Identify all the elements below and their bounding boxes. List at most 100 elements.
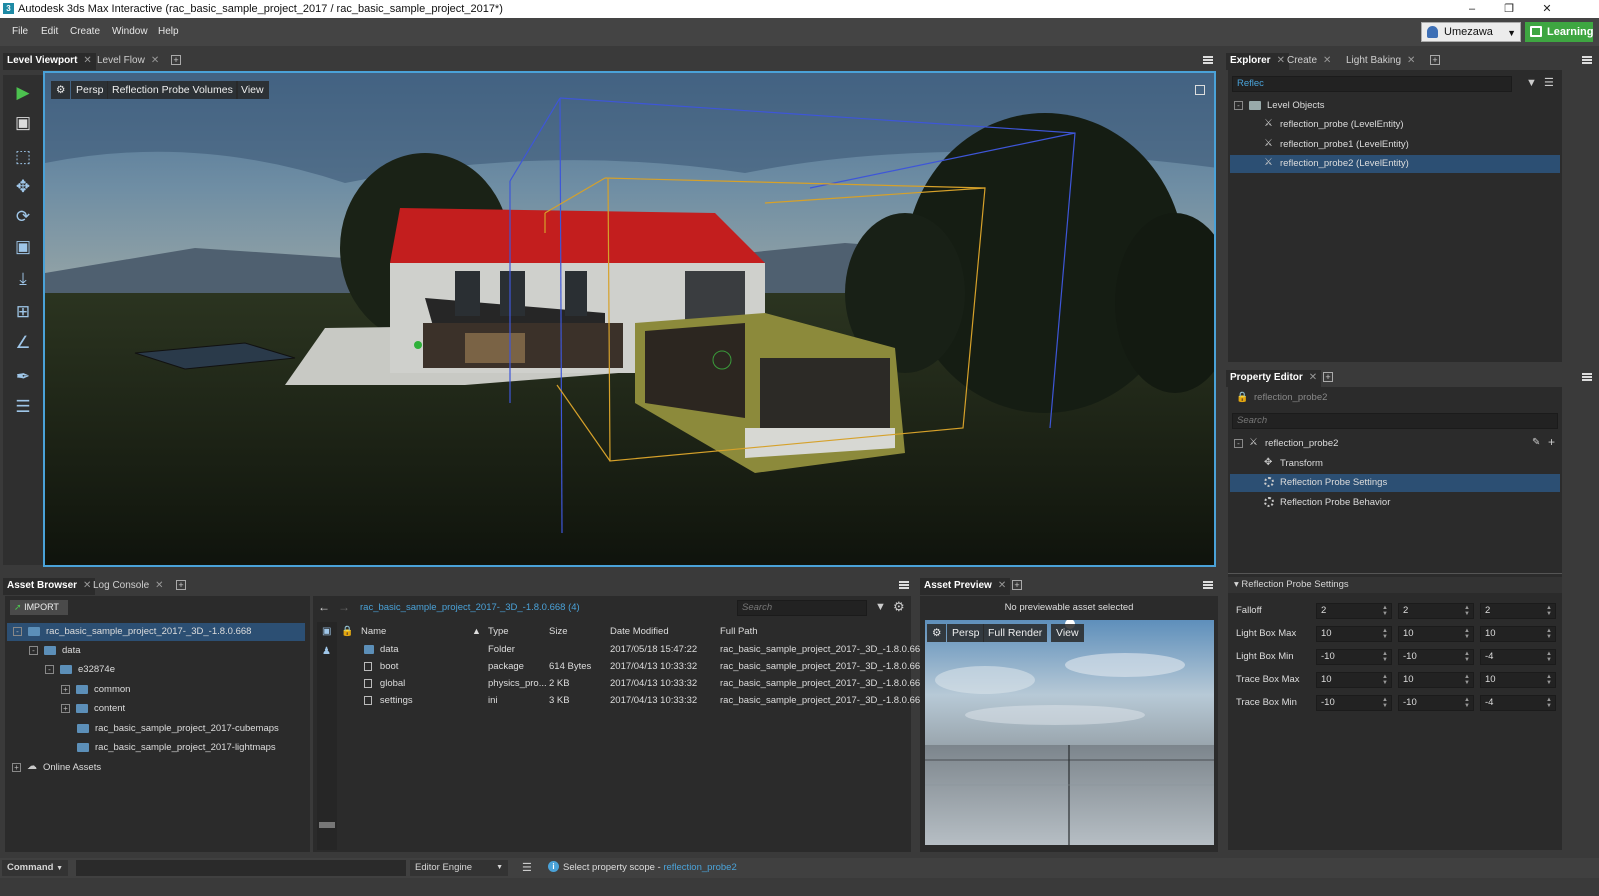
preview-mode-button[interactable]: Full Render bbox=[983, 624, 1048, 642]
preview-view-button[interactable]: View bbox=[1051, 624, 1084, 642]
tab-explorer[interactable]: Explorer ✕ bbox=[1226, 53, 1289, 70]
add-tab-icon[interactable]: + bbox=[171, 55, 181, 65]
sort-asc-icon[interactable]: ▲ bbox=[472, 626, 481, 636]
user-folder-icon[interactable]: ♟ bbox=[322, 646, 331, 657]
component-reflection-probe-behavior[interactable]: Reflection Probe Behavior bbox=[1264, 494, 1560, 512]
tree-item-lightmaps[interactable]: rac_basic_sample_project_2017-lightmaps bbox=[77, 739, 276, 757]
close-icon[interactable]: ✕ bbox=[1323, 55, 1331, 66]
component-reflection-probe-settings[interactable]: Reflection Probe Settings bbox=[1230, 474, 1560, 492]
panel-menu-icon[interactable] bbox=[1582, 373, 1592, 381]
tree-item-data[interactable]: - data bbox=[29, 642, 81, 660]
tree-item-content[interactable]: + content bbox=[61, 700, 125, 718]
explorer-search-input[interactable]: Reflec bbox=[1232, 76, 1512, 92]
add-component-icon[interactable]: + bbox=[1548, 435, 1555, 449]
entity-name-field[interactable]: reflection_probe2 bbox=[1250, 391, 1558, 407]
column-type[interactable]: Type bbox=[488, 626, 509, 637]
status-link[interactable]: reflection_probe2 bbox=[663, 862, 736, 873]
tab-log-console[interactable]: Log Console ✕ bbox=[89, 578, 168, 595]
spinner-icon[interactable]: ▲ ▼ bbox=[1382, 628, 1388, 640]
gear-icon[interactable]: ⚙ bbox=[893, 599, 905, 615]
move-icon[interactable]: ✥ bbox=[11, 175, 35, 199]
collapse-icon[interactable]: - bbox=[1234, 438, 1243, 448]
expand-icon[interactable]: + bbox=[12, 762, 21, 772]
collapse-icon[interactable]: - bbox=[45, 664, 54, 674]
tab-level-flow[interactable]: Level Flow ✕ bbox=[93, 53, 163, 70]
tree-item-e32874e[interactable]: - e32874e bbox=[45, 661, 115, 679]
tree-item-level-objects[interactable]: - Level Objects bbox=[1234, 97, 1560, 115]
close-icon[interactable]: ✕ bbox=[151, 55, 159, 66]
tab-property-editor[interactable]: Property Editor ✕ bbox=[1226, 370, 1322, 387]
spinner-icon[interactable]: ▲ ▼ bbox=[1546, 697, 1552, 709]
tree-item-reflection-probe[interactable]: ⚔ reflection_probe (LevelEntity) bbox=[1264, 116, 1560, 134]
tree-item-online-assets[interactable]: + ☁ Online Assets bbox=[12, 759, 101, 777]
lock-icon[interactable]: 🔒 bbox=[1236, 392, 1248, 403]
gamepad-icon[interactable]: ▣ bbox=[11, 111, 35, 135]
falloff-x-field[interactable]: 2 ▲ ▼ bbox=[1316, 603, 1392, 619]
viewport-settings-button[interactable]: ⚙ bbox=[51, 81, 71, 99]
add-tab-icon[interactable]: + bbox=[1012, 580, 1022, 590]
light-box-min-y-field[interactable]: -10 ▲ ▼ bbox=[1398, 649, 1474, 665]
close-icon[interactable]: ✕ bbox=[1530, 0, 1564, 18]
command-input[interactable] bbox=[76, 860, 406, 876]
light-box-min-z-field[interactable]: -4 ▲ ▼ bbox=[1480, 649, 1556, 665]
layers-icon[interactable]: ☰ bbox=[11, 395, 35, 419]
splitter[interactable] bbox=[1228, 573, 1562, 574]
tree-item-reflection-probe2[interactable]: ⚔ reflection_probe2 (LevelEntity) bbox=[1230, 155, 1560, 173]
tree-item-reflection-probe1[interactable]: ⚔ reflection_probe1 (LevelEntity) bbox=[1264, 136, 1560, 154]
tab-asset-preview[interactable]: Asset Preview ✕ bbox=[920, 578, 1011, 595]
column-full-path[interactable]: Full Path bbox=[720, 626, 758, 637]
current-path[interactable]: rac_basic_sample_project_2017-_3D_-1.8.0… bbox=[360, 602, 580, 613]
zoom-slider-handle[interactable] bbox=[319, 822, 335, 828]
close-icon[interactable]: ✕ bbox=[998, 580, 1006, 591]
expand-icon[interactable]: + bbox=[61, 703, 70, 713]
menu-window[interactable]: Window bbox=[112, 26, 148, 37]
add-tab-icon[interactable]: + bbox=[1323, 372, 1333, 382]
panel-menu-icon[interactable] bbox=[899, 581, 909, 589]
brush-icon[interactable]: ✒ bbox=[11, 365, 35, 389]
collapse-icon[interactable]: - bbox=[29, 645, 38, 655]
column-size[interactable]: Size bbox=[549, 626, 567, 637]
tab-asset-browser[interactable]: Asset Browser ✕ bbox=[3, 578, 96, 595]
spinner-icon[interactable]: ▲ ▼ bbox=[1546, 651, 1552, 663]
close-icon[interactable]: ✕ bbox=[83, 55, 91, 66]
measure-icon[interactable]: ∠ bbox=[11, 331, 35, 355]
trace-box-max-y-field[interactable]: 10 ▲ ▼ bbox=[1398, 672, 1474, 688]
command-dropdown[interactable]: Command ▼ bbox=[2, 860, 68, 876]
viewport-view-button[interactable]: View bbox=[236, 81, 269, 99]
table-row[interactable]: settings ini 3 KB 2017/04/13 10:33:32 ra… bbox=[360, 695, 928, 711]
tab-create[interactable]: Create ✕ bbox=[1283, 53, 1335, 70]
menu-help[interactable]: Help bbox=[158, 26, 179, 37]
column-name[interactable]: Name bbox=[361, 626, 386, 637]
restore-icon[interactable]: ❐ bbox=[1492, 0, 1526, 18]
snap-icon[interactable]: ⊞ bbox=[11, 300, 35, 324]
light-box-max-y-field[interactable]: 10 ▲ ▼ bbox=[1398, 626, 1474, 642]
preview-viewport[interactable]: ⚙ Persp Full Render View bbox=[925, 620, 1214, 845]
column-date-modified[interactable]: Date Modified bbox=[610, 626, 669, 637]
trace-box-max-x-field[interactable]: 10 ▲ ▼ bbox=[1316, 672, 1392, 688]
tab-level-viewport[interactable]: Level Viewport ✕ bbox=[3, 53, 96, 70]
forward-arrow-icon[interactable]: → bbox=[338, 600, 350, 614]
add-tab-icon[interactable]: + bbox=[176, 580, 186, 590]
trace-box-min-y-field[interactable]: -10 ▲ ▼ bbox=[1398, 695, 1474, 711]
learning-button[interactable]: Learning bbox=[1525, 22, 1593, 42]
asset-search-input[interactable]: Search bbox=[737, 600, 867, 616]
list-icon[interactable]: ☰ bbox=[522, 861, 532, 874]
spinner-icon[interactable]: ▲ ▼ bbox=[1464, 697, 1470, 709]
light-box-max-z-field[interactable]: 10 ▲ ▼ bbox=[1480, 626, 1556, 642]
camera-persp-button[interactable]: Persp bbox=[71, 81, 109, 99]
close-icon[interactable]: ✕ bbox=[1407, 55, 1415, 66]
spinner-icon[interactable]: ▲ ▼ bbox=[1464, 605, 1470, 617]
table-row[interactable]: boot package 614 Bytes 2017/04/13 10:33:… bbox=[360, 661, 928, 677]
menu-edit[interactable]: Edit bbox=[41, 26, 58, 37]
panel-menu-icon[interactable] bbox=[1582, 56, 1592, 64]
spinner-icon[interactable]: ▲ ▼ bbox=[1546, 605, 1552, 617]
panel-menu-icon[interactable] bbox=[1203, 56, 1213, 64]
viewport-mode-button[interactable]: Reflection Probe Volumes bbox=[107, 81, 238, 99]
spinner-icon[interactable]: ▲ ▼ bbox=[1382, 651, 1388, 663]
component-transform[interactable]: ✥ Transform bbox=[1264, 455, 1560, 473]
spinner-icon[interactable]: ▲ ▼ bbox=[1382, 674, 1388, 686]
maximize-icon[interactable] bbox=[1195, 85, 1205, 95]
spinner-icon[interactable]: ▲ ▼ bbox=[1464, 674, 1470, 686]
close-icon[interactable]: ✕ bbox=[155, 580, 163, 591]
import-button[interactable]: ➚ IMPORT bbox=[10, 600, 68, 615]
